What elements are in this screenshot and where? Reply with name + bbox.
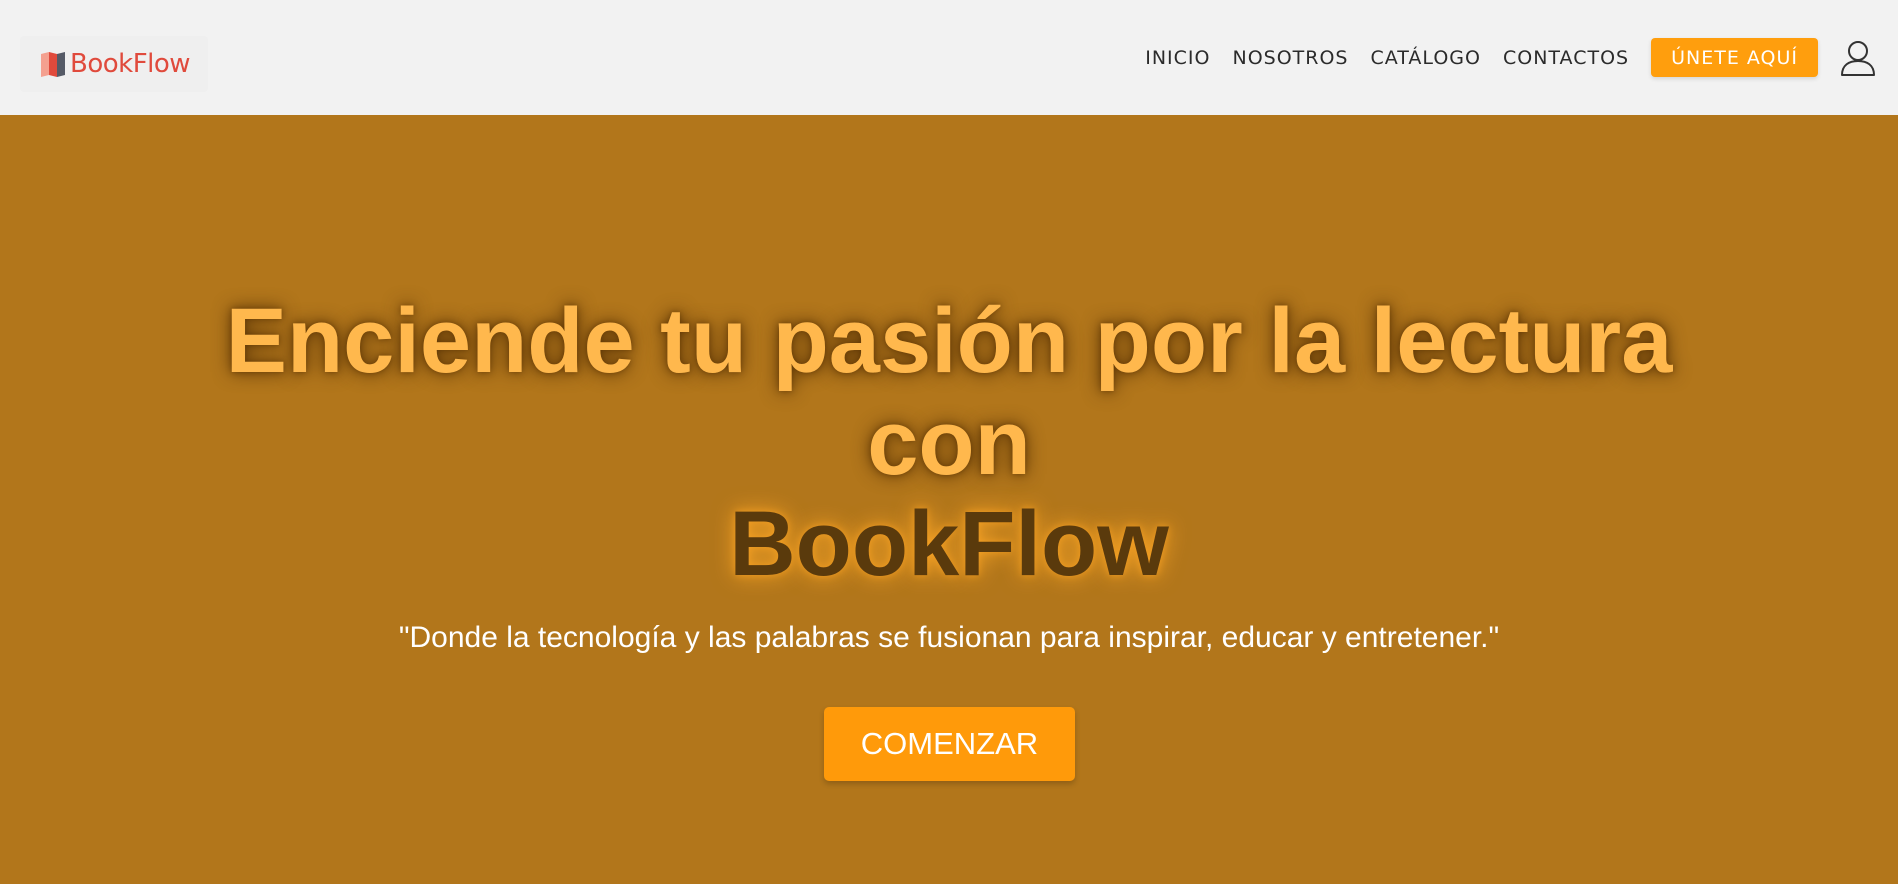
hero-title: Enciende tu pasión por la lectura con (0, 290, 1898, 494)
nav-item-contactos[interactable]: CONTACTOS (1503, 47, 1629, 69)
brand-logo[interactable]: BookFlow (20, 36, 208, 92)
hero-title-line1: Enciende tu pasión por la lectura (225, 290, 1673, 392)
site-header: BookFlow INICIO NOSOTROS CATÁLOGO CONTAC… (0, 0, 1898, 115)
nav-item-catalogo[interactable]: CATÁLOGO (1371, 47, 1481, 69)
book-icon (38, 49, 68, 79)
start-button[interactable]: COMENZAR (824, 707, 1075, 781)
hero-title-line2: con (867, 392, 1031, 494)
nav-item-inicio[interactable]: INICIO (1145, 47, 1210, 69)
user-icon[interactable] (1838, 38, 1878, 78)
brand-name: BookFlow (70, 49, 191, 79)
nav-item-nosotros[interactable]: NOSOTROS (1232, 47, 1348, 69)
hero-brand-name: BookFlow (729, 493, 1169, 595)
main-nav: INICIO NOSOTROS CATÁLOGO CONTACTOS ÚNETE… (1145, 0, 1898, 115)
hero-section: Enciende tu pasión por la lectura con Bo… (0, 115, 1898, 884)
join-button[interactable]: ÚNETE AQUÍ (1651, 38, 1818, 77)
page: BookFlow INICIO NOSOTROS CATÁLOGO CONTAC… (0, 0, 1898, 884)
hero-quote: "Donde la tecnología y las palabras se f… (398, 621, 1500, 654)
